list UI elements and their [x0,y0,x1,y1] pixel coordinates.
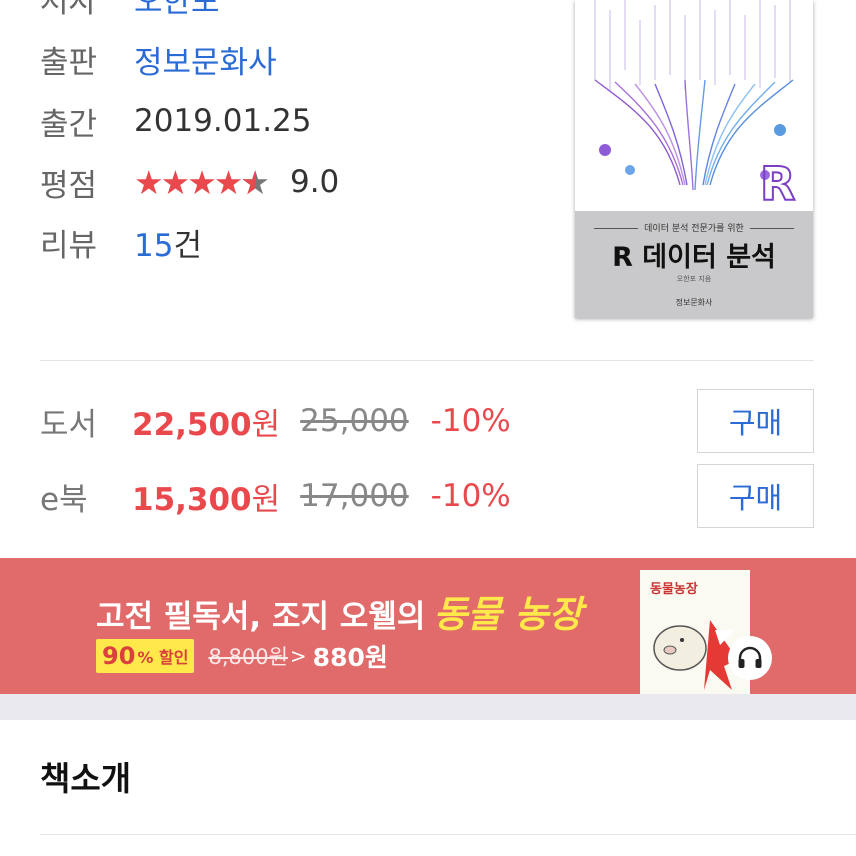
review-unit: 건 [173,227,202,264]
author-row: 저자 오한포 [40,0,220,20]
sale-price: 22,500원 [132,399,280,444]
discount-rate: -10% [430,403,511,439]
cover-title: R 데이터 분석 [612,242,776,273]
sale-amount: 15,300 [132,481,252,518]
buy-book-button[interactable]: 구매 [697,389,814,453]
rating-value: 9.0 [289,164,340,200]
currency-unit: 원 [251,406,281,443]
cover-author: 오한포 지음 [676,275,712,283]
divider [40,834,856,835]
banner-highlight: 동물 농장 [433,593,583,636]
banner-headline-text: 고전 필독서, 조지 오웰의 [96,599,426,635]
cover-bottom-panel: 데이터 분석 전문가를 위한 R 데이터 분석 오한포 지음 정보문화사 [575,211,813,318]
banner-headline: 고전 필독서, 조지 오웰의 동물 농장 [96,584,582,638]
pig-illustration [653,620,738,690]
banner-original-price: 8,800원 [208,645,288,669]
half-star-icon: ★ [240,166,270,199]
original-price: 25,000 [300,403,409,439]
author-label: 저자 [40,0,98,20]
review-row: 리뷰 15건 [40,220,202,264]
publisher-row: 출판 정보문화사 [40,37,277,81]
cover-subtitle: 데이터 분석 전문가를 위한 [575,221,813,234]
rating-stars: ★ ★ ★ ★ ★ [134,166,270,199]
banner-book-cover: 동물농장 [640,570,750,694]
price-label: e북 [40,481,88,518]
publisher-label: 출판 [40,44,98,81]
discount-suffix: % 할인 [137,648,189,667]
star-icon: ★ [187,162,217,202]
discount-number: 90 [102,642,136,670]
review-link[interactable]: 15건 [134,220,202,265]
svg-text:R: R [760,157,795,211]
sale-price: 15,300원 [132,474,280,519]
currency-unit: 원 [251,481,281,518]
headphone-icon[interactable] [728,636,772,680]
banner-offer: 90% 할인 8,800원 > 880원 [96,638,388,674]
section-separator [0,694,856,720]
divider [40,360,814,361]
cover-publisher: 정보문화사 [675,298,713,307]
star-icon: ★ [213,162,244,202]
sale-amount: 22,500 [132,406,252,443]
review-label: 리뷰 [40,227,98,264]
price-row-ebook: e북 15,300원 17,000 -10% 구매 [40,464,814,528]
discount-badge: 90% 할인 [96,639,195,673]
review-count: 15 [134,227,174,264]
publisher-link[interactable]: 정보문화사 [134,37,277,82]
date-row: 출간 2019.01.25 [40,99,312,143]
date-label: 출간 [40,106,98,143]
rating-row: 평점 ★ ★ ★ ★ ★ 9.0 [40,160,339,204]
publish-date: 2019.01.25 [134,103,312,139]
buy-ebook-button[interactable]: 구매 [697,464,814,528]
book-intro-heading: 책소개 [40,759,132,798]
star-icon: ★ [134,162,164,202]
price-row-book: 도서 22,500원 25,000 -10% 구매 [40,389,814,453]
original-price: 17,000 [300,478,409,514]
book-cover[interactable]: R 데이터 분석 전문가를 위한 R 데이터 분석 오한포 지음 정보문화사 [575,0,813,318]
rating-label: 평점 [40,167,98,204]
cover-art: R [575,0,813,211]
discount-rate: -10% [430,478,511,514]
banner-new-price: 880원 [312,643,388,672]
promo-banner[interactable]: 고전 필독서, 조지 오웰의 동물 농장 90% 할인 8,800원 > 880원… [0,558,856,694]
star-icon: ★ [160,162,191,202]
chevron-right-icon: > [289,644,307,668]
author-link[interactable]: 오한포 [134,0,220,21]
price-label: 도서 [40,406,98,443]
